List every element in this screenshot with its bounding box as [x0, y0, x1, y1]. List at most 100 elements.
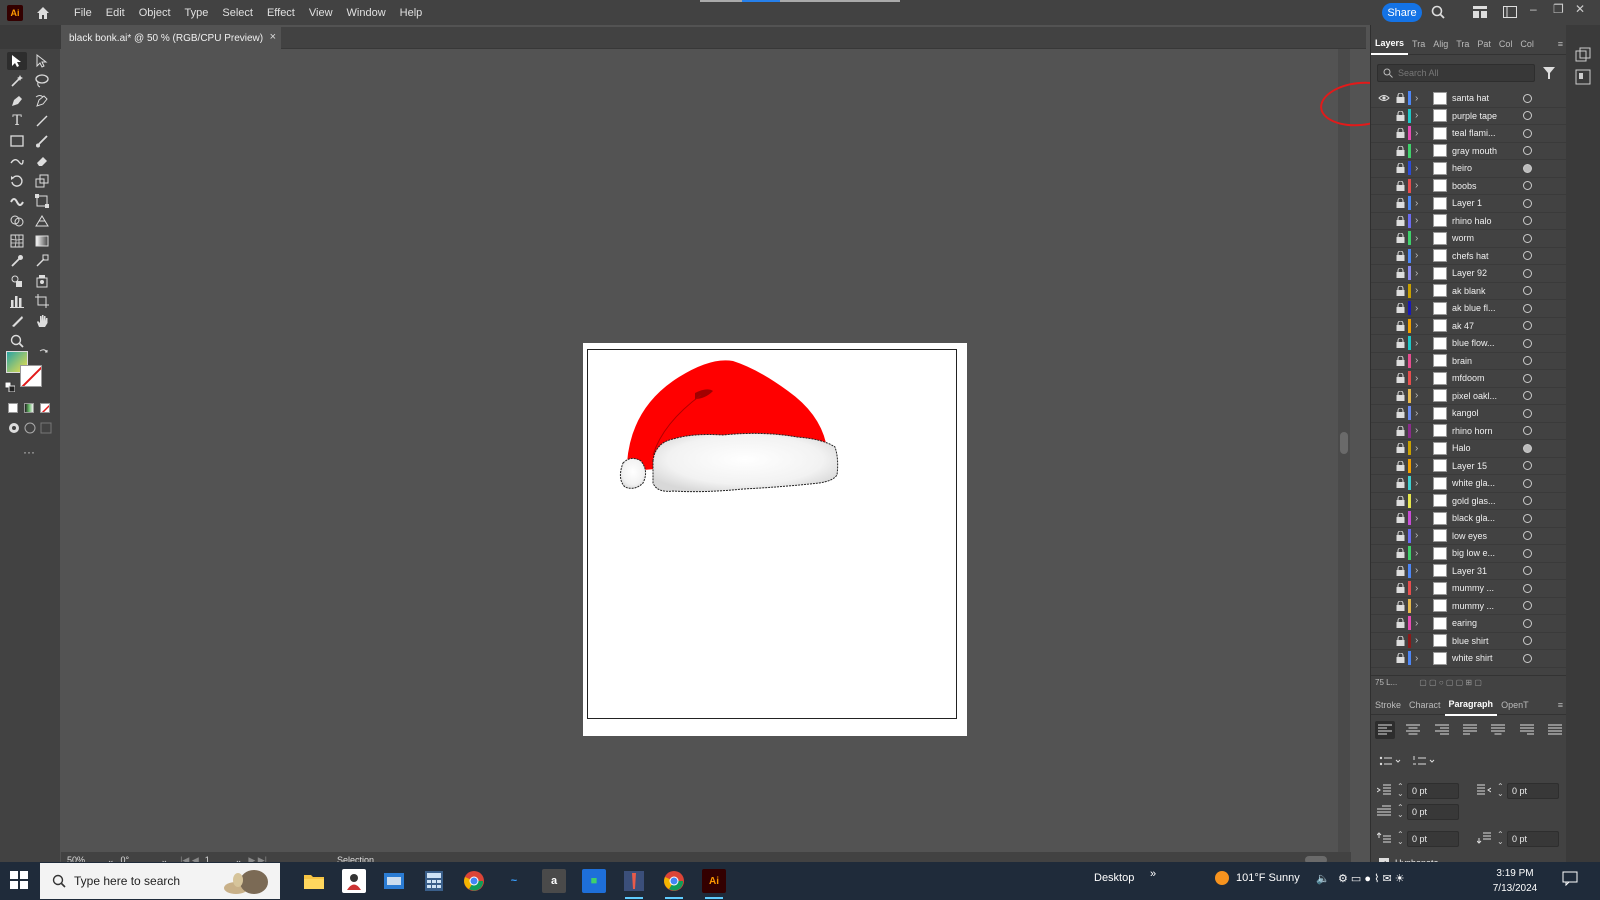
left-indent-field[interactable]: 0 pt	[1407, 783, 1459, 799]
panel-menu-icon[interactable]: ≡	[1554, 33, 1567, 55]
lock-icon[interactable]	[1396, 565, 1406, 576]
volume-icon[interactable]: 🔈	[1316, 872, 1330, 885]
menu-type[interactable]: Type	[178, 7, 216, 19]
chevron-right-icon[interactable]: ›	[1415, 513, 1418, 524]
lock-icon[interactable]	[1396, 460, 1406, 471]
perspective-grid-tool-icon[interactable]	[32, 212, 52, 230]
chevron-right-icon[interactable]: ›	[1415, 600, 1418, 611]
workspace-switcher-icon[interactable]	[1502, 4, 1518, 20]
line-tool-icon[interactable]	[32, 112, 52, 130]
target-icon[interactable]	[1523, 583, 1532, 593]
layer-row[interactable]: › black gla...	[1371, 510, 1567, 528]
menu-edit[interactable]: Edit	[99, 7, 132, 19]
lasso-tool-icon[interactable]	[32, 72, 52, 90]
tab-align[interactable]: Alig	[1429, 33, 1452, 55]
home-icon[interactable]	[33, 3, 53, 23]
target-icon[interactable]	[1523, 653, 1532, 663]
target-icon[interactable]	[1523, 181, 1532, 191]
rotate-tool-icon[interactable]	[7, 172, 27, 190]
layer-row[interactable]: › brain	[1371, 353, 1567, 370]
lock-icon[interactable]	[1396, 197, 1406, 209]
canvas-area[interactable]	[61, 49, 1351, 862]
visibility-toggle[interactable]	[1378, 530, 1390, 542]
menu-window[interactable]: Window	[340, 7, 393, 19]
chevron-right-icon[interactable]: ›	[1415, 443, 1418, 454]
layer-row[interactable]: › chefs hat	[1371, 248, 1567, 265]
desktop-toolbar[interactable]: Desktop	[1094, 872, 1134, 884]
lock-icon[interactable]	[1396, 232, 1406, 244]
shaper-tool-icon[interactable]	[7, 152, 27, 170]
chevron-right-icon[interactable]: ›	[1415, 478, 1418, 489]
first-line-indent-field[interactable]: 0 pt	[1407, 804, 1459, 820]
target-icon[interactable]	[1523, 251, 1532, 261]
lock-icon[interactable]	[1396, 145, 1406, 156]
target-icon[interactable]	[1523, 321, 1532, 331]
visibility-toggle[interactable]	[1378, 617, 1390, 629]
target-icon[interactable]	[1523, 216, 1532, 226]
space-after-stepper[interactable]: ⌃ ⌄	[1497, 831, 1504, 846]
tab-opentype[interactable]: OpenT	[1497, 694, 1533, 716]
zoom-tool-icon[interactable]	[7, 332, 27, 350]
right-indent-field[interactable]: 0 pt	[1507, 783, 1559, 799]
visibility-toggle[interactable]	[1378, 285, 1390, 297]
layer-row[interactable]: › blue flow...	[1371, 335, 1567, 353]
illustrator-taskbar-icon[interactable]: Ai	[702, 869, 726, 899]
chevron-right-icon[interactable]: ›	[1415, 250, 1418, 261]
tab-layers[interactable]: Layers	[1371, 33, 1409, 55]
visibility-toggle[interactable]	[1378, 512, 1390, 524]
paintbrush-tool-icon[interactable]	[32, 132, 52, 150]
layer-row[interactable]: › santa hat	[1371, 90, 1567, 108]
target-icon[interactable]	[1523, 426, 1532, 436]
properties-panel-icon[interactable]	[1575, 69, 1591, 88]
visibility-toggle[interactable]	[1378, 460, 1390, 472]
type-tool-icon[interactable]: T	[7, 112, 27, 130]
space-after-field[interactable]: 0 pt	[1507, 831, 1559, 847]
curvature-tool-icon[interactable]	[32, 92, 52, 110]
target-icon[interactable]	[1523, 93, 1532, 103]
lock-icon[interactable]	[1396, 600, 1406, 611]
weather-text[interactable]: 101°F Sunny	[1236, 872, 1300, 884]
chevron-right-icon[interactable]: ›	[1415, 128, 1418, 139]
tab-stroke[interactable]: Stroke	[1371, 694, 1405, 716]
gradient-tool-icon[interactable]	[32, 232, 52, 250]
chevron-right-icon[interactable]: ›	[1415, 145, 1418, 156]
layer-row[interactable]: › Halo	[1371, 440, 1567, 458]
lock-icon[interactable]	[1396, 302, 1406, 314]
lock-icon[interactable]	[1396, 92, 1406, 104]
active-app-icon[interactable]	[622, 869, 646, 899]
target-icon[interactable]	[1523, 233, 1532, 243]
menu-view[interactable]: View	[302, 7, 340, 19]
chevron-right-icon[interactable]: ›	[1415, 635, 1418, 646]
direct-selection-tool-icon[interactable]	[32, 52, 52, 70]
layer-row[interactable]: › ak 47	[1371, 318, 1567, 335]
layer-row[interactable]: › purple tape	[1371, 108, 1567, 125]
target-icon[interactable]	[1523, 268, 1532, 278]
visibility-toggle[interactable]	[1378, 250, 1390, 262]
chevron-right-icon[interactable]: ›	[1415, 495, 1418, 506]
first-line-indent-stepper[interactable]: ⌃ ⌄	[1397, 804, 1404, 819]
visibility-toggle[interactable]	[1378, 232, 1390, 244]
lock-icon[interactable]	[1396, 337, 1406, 349]
justify-last-left-icon[interactable]	[1460, 721, 1480, 739]
layer-row[interactable]: › low eyes	[1371, 528, 1567, 545]
target-icon[interactable]	[1523, 618, 1532, 628]
visibility-toggle[interactable]	[1378, 145, 1390, 157]
visibility-toggle[interactable]	[1378, 425, 1390, 437]
target-icon[interactable]	[1523, 443, 1532, 453]
visibility-toggle[interactable]	[1378, 215, 1390, 227]
align-left-icon[interactable]	[1375, 721, 1395, 739]
layer-row[interactable]: › white gla...	[1371, 475, 1567, 493]
chevron-right-icon[interactable]: ›	[1415, 618, 1418, 629]
chevron-right-icon[interactable]: ›	[1415, 373, 1418, 384]
chevron-right-icon[interactable]: ›	[1415, 163, 1418, 174]
slice-tool-icon[interactable]	[7, 312, 27, 330]
eraser-tool-icon[interactable]	[32, 152, 52, 170]
target-icon[interactable]	[1523, 198, 1532, 208]
target-icon[interactable]	[1523, 163, 1532, 173]
chevron-right-icon[interactable]: ›	[1415, 110, 1418, 121]
target-icon[interactable]	[1523, 496, 1532, 506]
lock-icon[interactable]	[1396, 320, 1406, 331]
magic-wand-tool-icon[interactable]	[7, 72, 27, 90]
windows-start-icon[interactable]	[10, 871, 30, 891]
space-before-field[interactable]: 0 pt	[1407, 831, 1459, 847]
